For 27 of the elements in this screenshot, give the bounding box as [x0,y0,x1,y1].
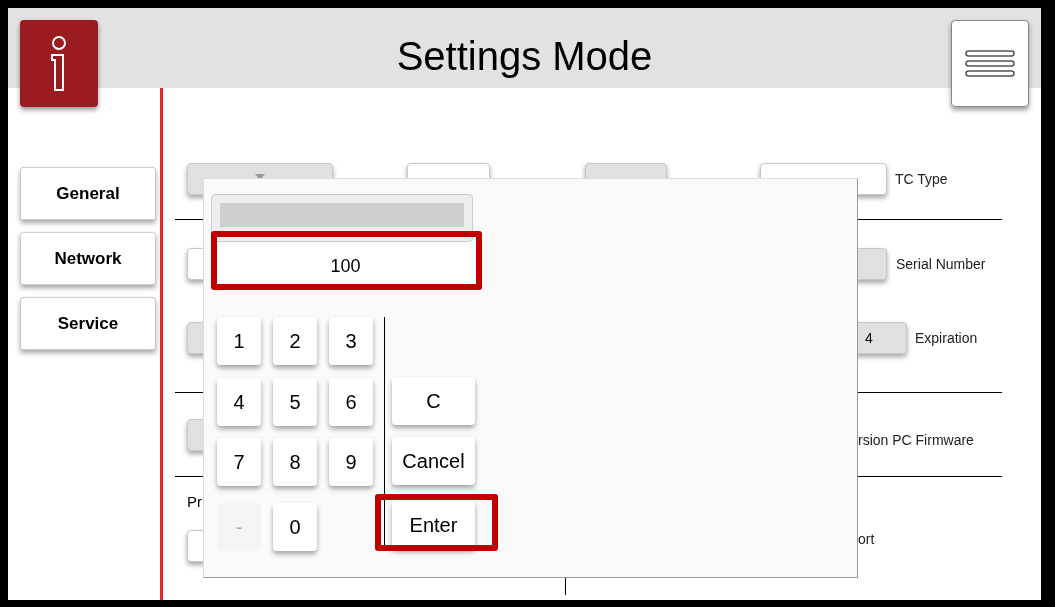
section-heading: Pr [187,492,203,512]
keypad-key[interactable]: 7 [217,438,261,486]
menu-button[interactable] [951,20,1029,107]
field-label: ort [858,530,875,549]
nav-button[interactable]: Service [20,297,156,350]
field-label: TC Type [895,169,948,189]
field-label: rsion PC Firmware [858,430,974,450]
keypad-key[interactable]: 0 [273,502,317,551]
field-label: Serial Number [896,254,986,274]
keypad-key[interactable]: 5 [273,377,317,426]
nav-button[interactable]: General [20,167,156,220]
keypad-key[interactable]: 8 [273,438,317,486]
keypad-key[interactable]: 9 [329,438,373,486]
action-button[interactable]: Cancel [392,437,475,485]
value-field[interactable]: 100 [214,247,477,285]
keypad-key[interactable]: 6 [329,377,373,426]
page-title: Settings Mode [396,36,653,76]
action-button[interactable]: C [392,377,475,425]
keypad-key[interactable]: 3 [329,317,373,365]
keypad-key[interactable]: 2 [273,317,317,365]
info-button[interactable] [20,20,98,107]
dropdown-caret-icon [255,174,265,180]
nav-button[interactable]: Network [20,232,156,285]
field-label: Expiration [915,328,978,348]
keypad-key[interactable]: 4 [217,377,261,426]
keypad-key[interactable]: 1 [217,317,261,365]
menu-icon [965,49,1015,78]
